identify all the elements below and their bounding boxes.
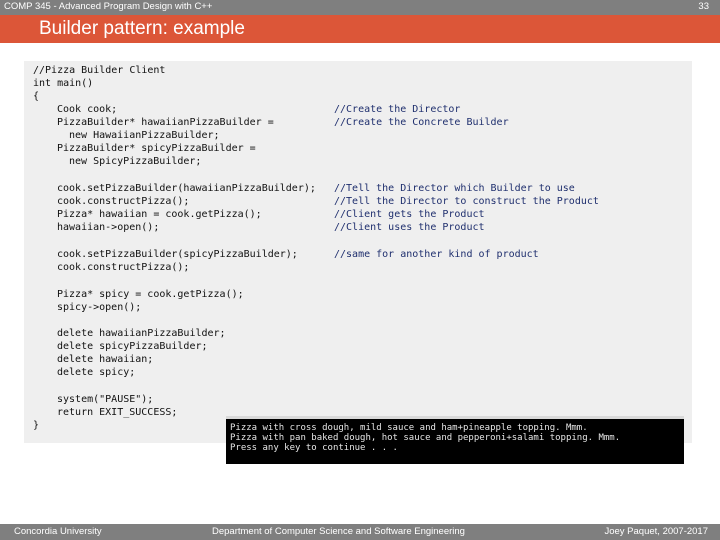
code-line: int main() (33, 78, 94, 89)
slide-footer-bar: Concordia University Department of Compu… (0, 524, 720, 540)
slide-header-bar: COMP 345 - Advanced Program Design with … (0, 0, 720, 15)
code-line: delete hawaiianPizzaBuilder; (57, 328, 226, 339)
slide-number: 33 (698, 1, 709, 12)
code-line: Cook cook; (57, 104, 118, 115)
code-line: } (33, 420, 40, 431)
code-line: system("PAUSE"); (57, 394, 154, 405)
code-line: //Pizza Builder Client (33, 65, 166, 76)
code-line: Pizza* spicy = cook.getPizza(); (57, 289, 244, 300)
footer-department: Department of Computer Science and Softw… (212, 526, 465, 537)
code-line: new HawaiianPizzaBuilder; (69, 130, 220, 141)
code-line: spicy->open(); (57, 302, 142, 313)
console-line: Pizza with pan baked dough, hot sauce an… (230, 433, 621, 443)
code-panel: //Pizza Builder Client int main() { Cook… (24, 61, 692, 443)
code-line: delete spicyPizzaBuilder; (57, 341, 208, 352)
console-line: Press any key to continue . . . (230, 443, 398, 453)
code-comment: //Client gets the Product (334, 209, 485, 220)
footer-author: Joey Paquet, 2007-2017 (604, 526, 708, 537)
code-line: hawaiian->open(); (57, 222, 160, 233)
console-output: Pizza with cross dough, mild sauce and h… (226, 416, 684, 464)
code-line: delete spicy; (57, 367, 136, 378)
code-line: cook.setPizzaBuilder(hawaiianPizzaBuilde… (57, 183, 316, 194)
code-line: Pizza* hawaiian = cook.getPizza(); (57, 209, 262, 220)
code-line: PizzaBuilder* hawaiianPizzaBuilder = (57, 117, 274, 128)
code-comment: //same for another kind of product (334, 249, 539, 260)
course-title: COMP 345 - Advanced Program Design with … (4, 1, 213, 12)
title-band: Builder pattern: example (0, 15, 720, 43)
code-comment: //Create the Concrete Builder (334, 117, 509, 128)
code-comment: //Client uses the Product (334, 222, 485, 233)
code-line: return EXIT_SUCCESS; (57, 407, 178, 418)
code-comment: //Tell the Director to construct the Pro… (334, 196, 599, 207)
code-comment: //Tell the Director which Builder to use (334, 183, 575, 194)
code-line: PizzaBuilder* spicyPizzaBuilder = (57, 143, 256, 154)
code-line: new SpicyPizzaBuilder; (69, 156, 202, 167)
console-line: Pizza with cross dough, mild sauce and h… (230, 423, 588, 433)
code-line: cook.constructPizza(); (57, 196, 190, 207)
code-line: cook.setPizzaBuilder(spicyPizzaBuilder); (57, 249, 298, 260)
code-line: { (33, 91, 40, 102)
code-line: cook.constructPizza(); (57, 262, 190, 273)
code-comment: //Create the Director (334, 104, 461, 115)
code-line: delete hawaiian; (57, 354, 154, 365)
footer-university: Concordia University (14, 526, 102, 537)
slide-title: Builder pattern: example (39, 18, 245, 39)
